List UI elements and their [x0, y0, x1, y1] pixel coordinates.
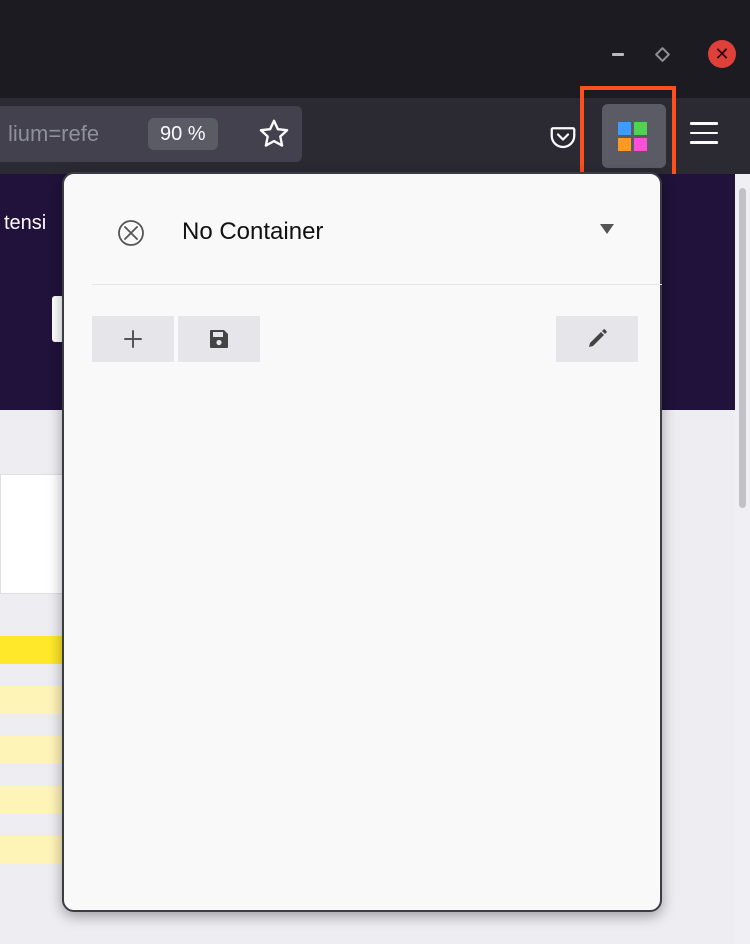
url-text: lium=refe: [8, 121, 100, 146]
star-icon[interactable]: [256, 116, 292, 152]
pocket-icon[interactable]: [548, 122, 578, 152]
save-button[interactable]: [178, 316, 260, 362]
page-text-fragment: tensi: [4, 212, 47, 234]
title-bar: ✕: [0, 0, 750, 98]
minimize-icon: [612, 52, 624, 56]
divider: [92, 284, 662, 285]
close-icon: ✕: [708, 40, 736, 68]
menu-icon[interactable]: [690, 122, 718, 148]
zoom-level-button[interactable]: 90 %: [148, 118, 218, 150]
edit-button[interactable]: [556, 316, 638, 362]
containers-popup: No Container: [62, 172, 662, 912]
edit-icon: [589, 329, 607, 347]
save-icon: [210, 330, 228, 348]
caret-down-icon: [600, 224, 614, 234]
no-container-icon: [118, 220, 144, 246]
restore-icon: [654, 46, 670, 62]
url-bar[interactable]: lium=refe 90 %: [0, 106, 302, 162]
container-selector[interactable]: No Container: [92, 206, 632, 256]
close-button[interactable]: ✕: [708, 40, 736, 68]
add-button[interactable]: [92, 316, 174, 362]
scrollbar-thumb[interactable]: [739, 188, 746, 508]
minimize-button[interactable]: [604, 40, 632, 68]
restore-button[interactable]: [648, 40, 676, 68]
highlight-box: [580, 86, 676, 184]
container-label: No Container: [182, 218, 324, 245]
add-icon: [124, 330, 142, 348]
